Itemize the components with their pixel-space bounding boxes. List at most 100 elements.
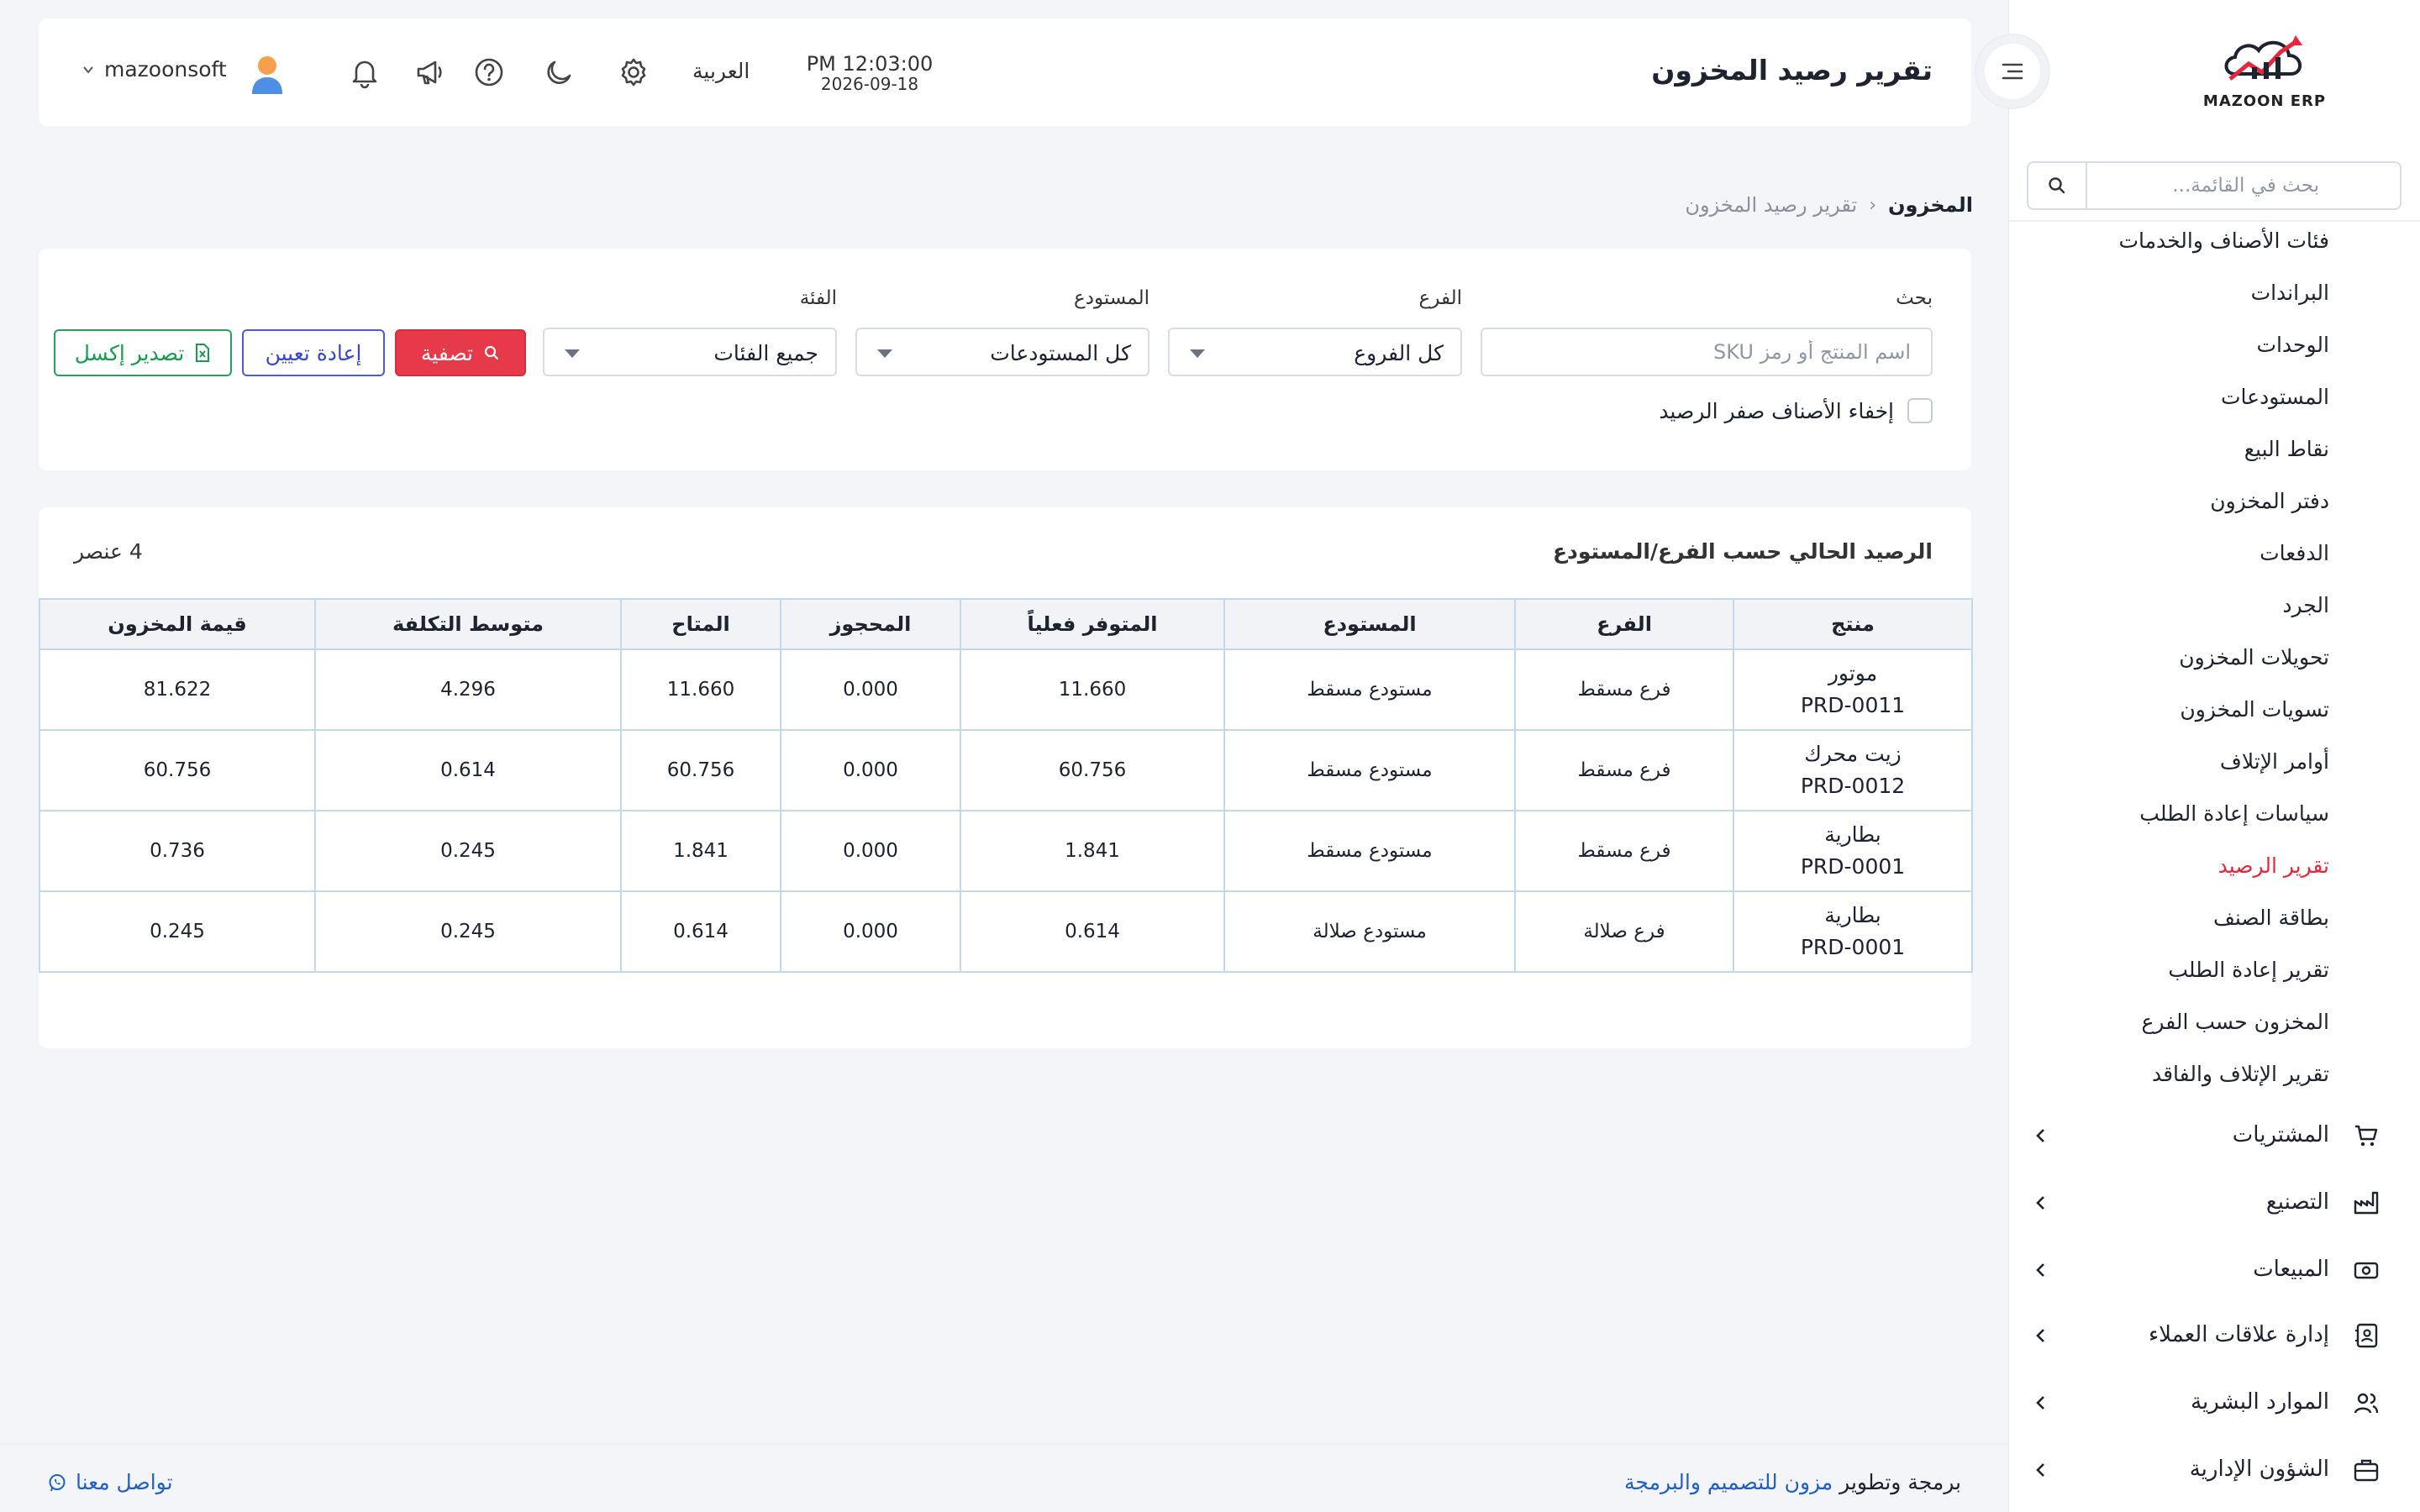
branch-cell: فرع مسقط [1514, 648, 1734, 731]
product-sku: PRD-0011 [1800, 693, 1906, 717]
gear-icon [621, 58, 646, 87]
page-title: تقرير رصيد المخزون [1651, 54, 1933, 87]
reset-button[interactable]: إعادة تعيين [242, 329, 385, 376]
product-sku: PRD-0001 [1800, 854, 1906, 879]
on-hand-cell: 1.841 [960, 810, 1225, 892]
sidebar-item-balance-report[interactable]: تقرير الرصيد [2218, 853, 2329, 878]
export-excel-button[interactable]: تصدير إكسل [54, 329, 232, 376]
dark-mode-toggle[interactable] [539, 54, 576, 91]
sidebar-item-reorder-policies[interactable]: سياسات إعادة الطلب [2139, 801, 2329, 826]
settings-button[interactable] [615, 54, 652, 91]
sidebar-group-manufacturing[interactable]: التصنيع [2008, 1178, 2420, 1228]
chevron-left-icon [2036, 1396, 2044, 1410]
warehouse-select-value: كل المستودعات [990, 341, 1131, 365]
dropdown-caret-icon [877, 349, 892, 358]
notifications-button[interactable] [346, 54, 383, 91]
company-link[interactable]: مزون للتصميم والبرمجة [1624, 1470, 1833, 1494]
cash-icon [2354, 1262, 2379, 1279]
table-row: بطارية PRD-0001 فرع مسقط مستودع مسقط 1.84… [39, 810, 1973, 892]
column-header-stock-value[interactable]: قيمة المخزون [39, 598, 316, 650]
language-switch[interactable]: العربية [692, 59, 750, 83]
available-cell: 11.660 [620, 648, 781, 731]
sidebar-item-item-card[interactable]: بطاقة الصنف [2213, 906, 2329, 930]
help-button[interactable] [471, 54, 508, 91]
reserved-cell: 0.000 [780, 648, 961, 731]
branch-select[interactable]: كل الفروع [1168, 328, 1462, 376]
filter-button[interactable]: تصفية [395, 329, 526, 376]
sidebar-item-units[interactable]: الوحدات [2256, 333, 2329, 357]
category-select-value: جميع الفئات [713, 341, 818, 365]
column-header-on-hand[interactable]: المتوفر فعلياً [960, 598, 1225, 650]
table-title: الرصيد الحالي حسب الفرع/المستودع [1552, 539, 1933, 564]
product-search-field [1481, 328, 1933, 376]
avatar[interactable] [245, 52, 289, 96]
sidebar-item-points-of-sale[interactable]: نقاط البيع [2244, 437, 2329, 461]
hide-zero-balance-label[interactable]: إخفاء الأصناف صفر الرصيد [1659, 399, 1894, 423]
column-header-warehouse[interactable]: المستودع [1223, 598, 1516, 650]
breadcrumb-root[interactable]: المخزون [1888, 193, 1973, 217]
product-name: زيت محرك [1804, 742, 1902, 766]
sidebar-group-crm[interactable]: إدارة علاقات العملاء [2008, 1310, 2420, 1361]
average-cost-cell: 0.245 [314, 810, 622, 892]
column-header-average-cost[interactable]: متوسط التكلفة [314, 598, 622, 650]
bell-icon [352, 60, 377, 89]
moon-icon [547, 60, 571, 84]
sidebar-group-administration[interactable]: الشؤون الإدارية [2008, 1445, 2420, 1495]
stock-value-cell: 60.756 [39, 729, 316, 811]
user-menu[interactable]: mazoonsoft [82, 57, 227, 81]
sidebar-group-purchases[interactable]: المشتريات [2008, 1110, 2420, 1161]
sidebar-item-item-categories[interactable]: فئات الأصناف والخدمات [2119, 228, 2330, 253]
product-search-input[interactable] [1482, 329, 1931, 375]
sidebar-item-brands[interactable]: البراندات [2251, 281, 2329, 305]
sidebar-group-hr[interactable]: الموارد البشرية [2008, 1378, 2420, 1428]
export-excel-button-label: تصدير إكسل [74, 340, 185, 365]
sidebar-item-stock-ledger[interactable]: دفتر المخزون [2210, 489, 2329, 513]
balance-table-card: الرصيد الحالي حسب الفرع/المستودع 4 عنصر … [39, 507, 1973, 1048]
column-header-reserved[interactable]: المحجوز [780, 598, 961, 650]
branch-label: الفرع [1418, 287, 1462, 309]
sidebar-item-warehouses[interactable]: المستودعات [2221, 385, 2329, 409]
company-logo[interactable]: MAZOON ERP [2202, 30, 2328, 114]
sidebar-item-reorder-report[interactable]: تقرير إعادة الطلب [2168, 958, 2329, 982]
search-label: بحث [1896, 287, 1933, 309]
sidebar-item-stock-transfers[interactable]: تحويلات المخزون [2179, 645, 2329, 669]
sidebar-item-batches[interactable]: الدفعات [2260, 541, 2329, 565]
stock-value-cell: 0.736 [39, 810, 316, 892]
branch-cell: فرع مسقط [1514, 729, 1734, 811]
warehouse-cell: مستودع مسقط [1223, 810, 1516, 892]
username: mazoonsoft [104, 57, 227, 81]
sidebar-search [2027, 161, 2402, 210]
sidebar-item-disposal-orders[interactable]: أوامر الإتلاف [2220, 749, 2329, 774]
announcements-button[interactable] [412, 54, 449, 91]
sidebar-item-stock-by-branch[interactable]: المخزون حسب الفرع [2142, 1010, 2330, 1034]
sidebar-search-button[interactable] [2028, 163, 2087, 208]
chevron-down-icon [83, 66, 93, 74]
logo-mark-icon [2224, 35, 2302, 81]
sidebar-item-stock-adjustments[interactable]: تسويات المخزون [2180, 697, 2329, 722]
category-select[interactable]: جميع الفئات [543, 328, 837, 376]
excel-file-icon [196, 344, 210, 362]
contact-us-link[interactable]: تواصل معنا [47, 1470, 173, 1494]
column-header-branch[interactable]: الفرع [1514, 598, 1734, 650]
branch-select-value: كل الفروع [1354, 341, 1444, 365]
result-count: 4 عنصر [74, 539, 143, 564]
clock: PM 12:03:00 2026-09-18 [798, 52, 941, 94]
whatsapp-icon [49, 1473, 66, 1491]
sidebar-toggle-button[interactable] [1975, 34, 2050, 109]
warehouse-select[interactable]: كل المستودعات [855, 328, 1150, 376]
breadcrumb-current: تقرير رصيد المخزون [1685, 193, 1858, 217]
sidebar-item-waste-report[interactable]: تقرير الإتلاف والفاقد [2152, 1062, 2329, 1086]
table-row: بطارية PRD-0001 فرع صلالة مستودع صلالة 0.… [39, 890, 1973, 973]
sidebar-item-stocktake[interactable]: الجرد [2282, 593, 2329, 617]
column-header-available[interactable]: المتاح [620, 598, 781, 650]
sidebar-group-label: المشتريات [2232, 1122, 2329, 1147]
briefcase-icon [2354, 1459, 2379, 1482]
sidebar-group-sales[interactable]: المبيعات [2008, 1245, 2420, 1295]
chevron-left-icon [2036, 1329, 2044, 1342]
column-header-product[interactable]: منتج [1733, 598, 1973, 650]
sidebar-group-label: الموارد البشرية [2191, 1389, 2329, 1415]
product-sku: PRD-0012 [1800, 774, 1906, 798]
warehouse-cell: مستودع مسقط [1223, 729, 1516, 811]
on-hand-cell: 60.756 [960, 729, 1225, 811]
hide-zero-balance-checkbox[interactable] [1907, 398, 1933, 423]
